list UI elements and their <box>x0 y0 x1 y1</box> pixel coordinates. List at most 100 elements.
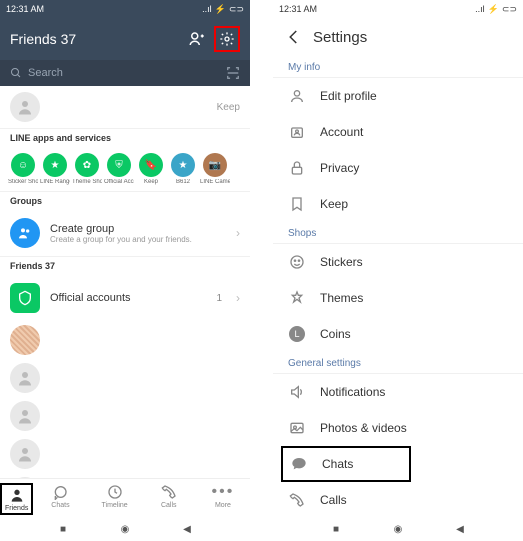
create-group-title: Create group <box>50 223 226 235</box>
nav-chats[interactable]: Chats <box>33 483 87 515</box>
status-indicators: ..ıl ⚡ ⊂⊃ <box>202 4 244 15</box>
add-friend-icon[interactable] <box>188 30 206 48</box>
my-profile-row[interactable]: Keep <box>0 86 250 128</box>
calls-icon <box>160 483 178 501</box>
status-time: 12:31 AM <box>6 4 44 14</box>
section-shops: Shops <box>273 222 523 244</box>
row-themes[interactable]: Themes <box>273 280 523 316</box>
chat-icon <box>290 455 308 473</box>
row-notifications[interactable]: Notifications <box>273 374 523 410</box>
right-phone: 12:31 AM ..ıl ⚡ ⊂⊃ Settings My info Edit… <box>273 0 523 541</box>
official-count: 1 <box>216 293 222 304</box>
content: Keep LINE apps and services ☺Sticker Sho… <box>0 86 250 478</box>
official-accounts-row[interactable]: Official accounts 1 › <box>0 275 250 321</box>
recents-button[interactable]: ■ <box>330 523 342 535</box>
recents-button[interactable]: ■ <box>57 523 69 535</box>
avatar <box>10 439 40 469</box>
home-button[interactable]: ◉ <box>392 523 404 535</box>
nav-friends[interactable]: Friends <box>5 486 28 512</box>
battery-icon: ⊂⊃ <box>502 4 517 15</box>
back-button[interactable]: ◀ <box>454 523 466 535</box>
settings-title: Settings <box>313 29 367 46</box>
header-title: Friends 37 <box>10 31 76 47</box>
row-chats-highlight[interactable]: Chats <box>281 446 411 482</box>
friend-row[interactable] <box>0 397 250 435</box>
themes-icon <box>288 289 306 307</box>
photo-icon <box>288 419 306 437</box>
row-calls[interactable]: Calls <box>273 482 523 517</box>
friend-row[interactable] <box>0 435 250 473</box>
status-indicators: ..ıl ⚡ ⊂⊃ <box>475 4 517 15</box>
home-button[interactable]: ◉ <box>119 523 131 535</box>
row-keep[interactable]: Keep <box>273 186 523 222</box>
chats-icon <box>51 483 69 501</box>
settings-icon-highlight[interactable] <box>214 26 240 52</box>
avatar <box>10 92 40 122</box>
signal-icon: ..ıl <box>475 4 485 14</box>
lock-icon <box>288 159 306 177</box>
system-nav: ■ ◉ ◀ <box>0 517 250 541</box>
back-button[interactable]: ◀ <box>181 523 193 535</box>
avatar <box>10 401 40 431</box>
search-icon <box>10 67 22 79</box>
bottom-nav: Friends Chats Timeline Calls ••• More <box>0 478 250 517</box>
groups-section-title: Groups <box>0 192 250 210</box>
left-phone: 12:31 AM ..ıl ⚡ ⊂⊃ Friends 37 Search Kee… <box>0 0 250 541</box>
status-bar: 12:31 AM ..ıl ⚡ ⊂⊃ <box>0 0 250 18</box>
settings-content: My info Edit profile Account Privacy Kee… <box>273 56 523 517</box>
official-label: Official accounts <box>50 292 131 304</box>
back-icon[interactable] <box>285 28 303 46</box>
phone-icon <box>288 491 306 509</box>
row-account[interactable]: Account <box>273 114 523 150</box>
app-b612[interactable]: ★B612 <box>168 153 198 185</box>
avatar <box>10 325 40 355</box>
system-nav: ■ ◉ ◀ <box>273 517 523 541</box>
nav-more[interactable]: ••• More <box>196 483 250 515</box>
section-general: General settings <box>273 352 523 374</box>
status-bar: 12:31 AM ..ıl ⚡ ⊂⊃ <box>273 0 523 18</box>
app-line-rangers[interactable]: ★LINE Rangers <box>40 153 70 185</box>
create-group-row[interactable]: Create group Create a group for you and … <box>0 210 250 256</box>
apps-section-title: LINE apps and services <box>0 129 250 147</box>
nav-timeline[interactable]: Timeline <box>88 483 142 515</box>
app-keep[interactable]: 🔖Keep <box>136 153 166 185</box>
app-official[interactable]: ⛨Official Accou... <box>104 153 134 185</box>
sticker-icon <box>288 253 306 271</box>
app-sticker-shop[interactable]: ☺Sticker Shop <box>8 153 38 185</box>
chevron-right-icon: › <box>236 291 240 305</box>
apps-row: ☺Sticker Shop ★LINE Rangers ✿Theme Shop … <box>0 147 250 191</box>
section-myinfo: My info <box>273 56 523 78</box>
qr-icon[interactable] <box>226 66 240 80</box>
app-camera[interactable]: 📷LINE Camera <box>200 153 230 185</box>
friend-row[interactable] <box>0 321 250 359</box>
friends-section-title: Friends 37 <box>0 257 250 275</box>
wifi-icon: ⚡ <box>488 4 499 15</box>
row-privacy[interactable]: Privacy <box>273 150 523 186</box>
row-coins[interactable]: LCoins <box>273 316 523 352</box>
chevron-right-icon: › <box>236 226 240 240</box>
wifi-icon: ⚡ <box>215 4 226 15</box>
friends-header: Friends 37 <box>0 18 250 60</box>
friend-row[interactable] <box>0 359 250 397</box>
coins-icon: L <box>288 325 306 343</box>
nav-calls[interactable]: Calls <box>142 483 196 515</box>
bookmark-icon <box>288 195 306 213</box>
search-placeholder: Search <box>28 67 63 79</box>
profile-icon <box>288 87 306 105</box>
status-time: 12:31 AM <box>279 4 317 14</box>
keep-link[interactable]: Keep <box>217 102 240 113</box>
row-stickers[interactable]: Stickers <box>273 244 523 280</box>
signal-icon: ..ıl <box>202 4 212 14</box>
more-icon: ••• <box>214 483 232 501</box>
avatar <box>10 363 40 393</box>
timeline-icon <box>106 483 124 501</box>
speaker-icon <box>288 383 306 401</box>
create-group-icon <box>10 218 40 248</box>
nav-friends-highlight: Friends <box>0 483 33 515</box>
row-edit-profile[interactable]: Edit profile <box>273 78 523 114</box>
row-photos[interactable]: Photos & videos <box>273 410 523 446</box>
friends-icon <box>8 486 26 504</box>
app-theme-shop[interactable]: ✿Theme Shop <box>72 153 102 185</box>
search-bar[interactable]: Search <box>0 60 250 86</box>
account-icon <box>288 123 306 141</box>
